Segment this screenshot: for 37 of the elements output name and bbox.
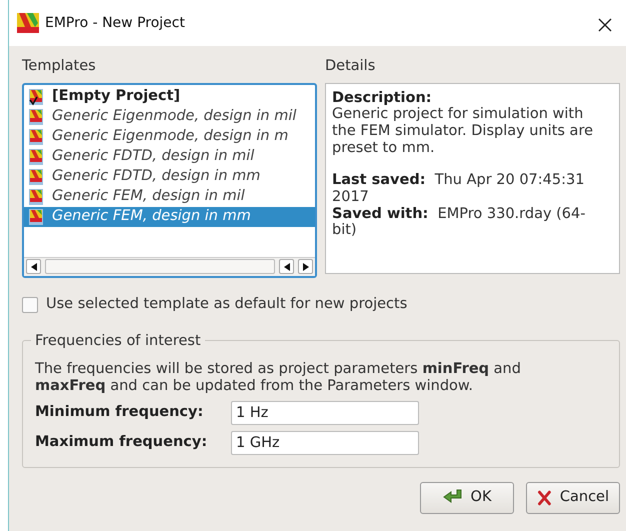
close-icon: [598, 18, 612, 32]
scroll-left-icon[interactable]: [26, 259, 41, 274]
template-item[interactable]: Generic FEM, design in mil: [24, 186, 315, 207]
text-field[interactable]: 1 Hz: [231, 401, 419, 426]
ok-button[interactable]: OK: [420, 482, 514, 514]
description-label: Description:: [332, 90, 432, 106]
template-item[interactable]: [Empty Project]: [24, 86, 315, 107]
template-icon: [28, 208, 44, 226]
details-label: Details: [325, 57, 376, 76]
template-icon: [28, 148, 44, 166]
saved-with-text: Saved with: EMPro 330.rday (64-bit): [332, 206, 586, 240]
cancel-button[interactable]: Cancel: [526, 482, 620, 514]
description-text: Generic project for simulation with the FEM simulator. Display units are preset to mm.: [332, 106, 594, 156]
template-item[interactable]: Generic FDTD, design in mil: [24, 146, 315, 167]
template-icon: [28, 188, 44, 206]
scroll-right-icon[interactable]: [298, 259, 313, 274]
template-item[interactable]: Generic Eigenmode, design in m: [24, 126, 315, 147]
checkbox[interactable]: [22, 296, 38, 313]
last-saved-text: Last saved: Thu Apr 20 07:45:31 2017: [332, 172, 586, 206]
template-item[interactable]: Generic FDTD, design in mm: [24, 166, 315, 187]
template-icon: [28, 108, 44, 126]
template-icon: [28, 168, 44, 186]
cross-icon: [537, 489, 552, 508]
template-icon: [28, 88, 44, 106]
app-logo-icon: [17, 13, 39, 33]
templates-label: Templates: [22, 57, 97, 76]
horizontal-scrollbar[interactable]: [24, 256, 315, 276]
scroll-left-icon[interactable]: [279, 259, 294, 274]
checkbox-label: Use selected template as default for new projects: [46, 294, 408, 314]
frequencies-note: The frequencies will be stored as project parameters minFreq and maxFreq and can be updated from the Parameters window.: [35, 360, 522, 396]
field-label: Maximum frequency:: [35, 433, 208, 452]
field-label: Minimum frequency:: [35, 403, 204, 422]
template-item[interactable]: Generic FEM, design in mm: [24, 206, 315, 227]
template-item[interactable]: Generic Eigenmode, design in mil: [24, 106, 315, 127]
template-icon: [28, 128, 44, 146]
text-field[interactable]: 1 GHz: [231, 431, 419, 456]
window-title: EMPro - New Project: [45, 14, 185, 32]
